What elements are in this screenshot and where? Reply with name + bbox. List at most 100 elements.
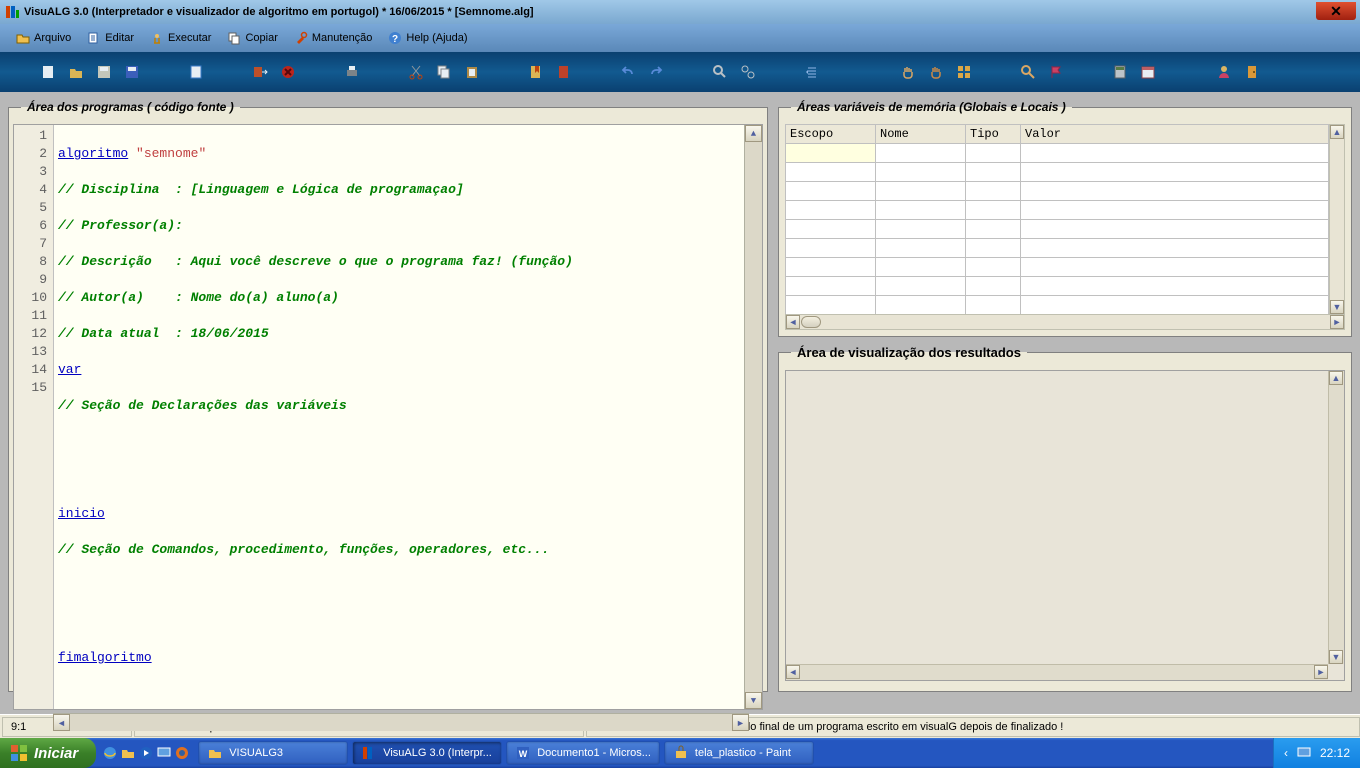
menu-editar[interactable]: Editar bbox=[79, 29, 142, 47]
window-close-button[interactable]: ✕ bbox=[1316, 2, 1356, 20]
desktop-icon[interactable] bbox=[156, 745, 172, 761]
col-escopo[interactable]: Escopo bbox=[786, 125, 876, 144]
windows-logo-icon bbox=[10, 744, 28, 762]
results-panel: Área de visualização dos resultados ▲ ▼ … bbox=[778, 345, 1352, 692]
menu-label: Executar bbox=[168, 32, 211, 44]
paste-button[interactable] bbox=[462, 62, 482, 82]
calc-button[interactable] bbox=[1110, 62, 1130, 82]
col-nome[interactable]: Nome bbox=[876, 125, 966, 144]
new-file-button[interactable] bbox=[38, 62, 58, 82]
workspace: Área dos programas ( código fonte ) 1234… bbox=[0, 92, 1360, 714]
copy-button[interactable] bbox=[434, 62, 454, 82]
menu-label: Copiar bbox=[245, 32, 277, 44]
user-button[interactable] bbox=[1214, 62, 1234, 82]
results-horizontal-scrollbar[interactable]: ◄ ► bbox=[786, 664, 1328, 680]
calendar-button[interactable] bbox=[1138, 62, 1158, 82]
table-row bbox=[786, 296, 1329, 315]
code-editor[interactable]: 123456789101112131415 algoritmo "semnome… bbox=[13, 124, 763, 710]
save-button[interactable] bbox=[94, 62, 114, 82]
undo-button[interactable] bbox=[618, 62, 638, 82]
stop-button[interactable] bbox=[278, 62, 298, 82]
exit-button[interactable] bbox=[250, 62, 270, 82]
indent-button[interactable] bbox=[802, 62, 822, 82]
window-titlebar: VisuALG 3.0 (Interpretador e visualizado… bbox=[0, 0, 1360, 24]
code-vertical-scrollbar[interactable]: ▲ ▼ bbox=[744, 125, 762, 709]
print-button[interactable] bbox=[342, 62, 362, 82]
table-row bbox=[786, 239, 1329, 258]
code-content[interactable]: algoritmo "semnome" // Disciplina : [Lin… bbox=[54, 125, 744, 709]
menu-help[interactable]: ? Help (Ajuda) bbox=[380, 29, 475, 47]
menu-manutencao[interactable]: Manutenção bbox=[286, 29, 381, 47]
door-button[interactable] bbox=[1242, 62, 1262, 82]
table-row bbox=[786, 258, 1329, 277]
table-row bbox=[786, 277, 1329, 296]
page-button[interactable] bbox=[186, 62, 206, 82]
table-row bbox=[786, 220, 1329, 239]
results-panel-legend: Área de visualização dos resultados bbox=[791, 345, 1027, 360]
table-row bbox=[786, 144, 1329, 163]
save-as-button[interactable] bbox=[122, 62, 142, 82]
grid-button[interactable] bbox=[954, 62, 974, 82]
svg-text:?: ? bbox=[392, 34, 398, 45]
menu-copiar[interactable]: Copiar bbox=[219, 29, 285, 47]
system-tray[interactable]: ‹ 22:12 bbox=[1273, 738, 1360, 768]
tray-chevron-icon[interactable]: ‹ bbox=[1284, 746, 1288, 760]
menu-executar[interactable]: Executar bbox=[142, 29, 219, 47]
variables-table[interactable]: Escopo Nome Tipo Valor bbox=[785, 124, 1329, 315]
col-tipo[interactable]: Tipo bbox=[966, 125, 1021, 144]
help-icon: ? bbox=[388, 31, 402, 45]
find-button[interactable] bbox=[710, 62, 730, 82]
delete-bookmark-button[interactable] bbox=[554, 62, 574, 82]
code-panel-legend: Área dos programas ( código fonte ) bbox=[21, 100, 240, 114]
media-icon[interactable] bbox=[138, 745, 154, 761]
code-panel: Área dos programas ( código fonte ) 1234… bbox=[8, 100, 768, 692]
replace-button[interactable] bbox=[738, 62, 758, 82]
hand2-button[interactable] bbox=[926, 62, 946, 82]
start-button[interactable]: Iniciar bbox=[0, 738, 96, 768]
menubar: Arquivo Editar Executar Copiar Manutençã… bbox=[0, 24, 1360, 52]
toolbar bbox=[0, 52, 1360, 92]
run-icon bbox=[150, 31, 164, 45]
variables-panel-legend: Áreas variáveis de memória (Globais e Lo… bbox=[791, 100, 1072, 114]
code-horizontal-scrollbar[interactable]: ◄► bbox=[53, 713, 749, 731]
tray-monitor-icon[interactable] bbox=[1296, 745, 1312, 761]
ie-icon[interactable] bbox=[102, 745, 118, 761]
taskbar-item-word[interactable]: W Documento1 - Micros... bbox=[506, 741, 660, 765]
wrench-icon bbox=[294, 31, 308, 45]
results-vertical-scrollbar[interactable]: ▲ ▼ bbox=[1328, 371, 1344, 664]
table-row bbox=[786, 201, 1329, 220]
start-label: Iniciar bbox=[34, 745, 78, 762]
zoom-button[interactable] bbox=[1018, 62, 1038, 82]
folder-open-icon bbox=[16, 31, 30, 45]
hand-button[interactable] bbox=[898, 62, 918, 82]
variables-vertical-scrollbar[interactable]: ▲ ▼ bbox=[1329, 124, 1345, 315]
menu-label: Help (Ajuda) bbox=[406, 32, 467, 44]
menu-label: Arquivo bbox=[34, 32, 71, 44]
open-file-button[interactable] bbox=[66, 62, 86, 82]
table-row bbox=[786, 163, 1329, 182]
edit-icon bbox=[87, 31, 101, 45]
cut-button[interactable] bbox=[406, 62, 426, 82]
flag-button[interactable] bbox=[1046, 62, 1066, 82]
svg-text:W: W bbox=[519, 749, 528, 759]
quick-launch bbox=[96, 745, 196, 761]
variables-panel: Áreas variáveis de memória (Globais e Lo… bbox=[778, 100, 1352, 337]
firefox-icon[interactable] bbox=[174, 745, 190, 761]
table-row bbox=[786, 182, 1329, 201]
menu-arquivo[interactable]: Arquivo bbox=[8, 29, 79, 47]
taskbar-item-paint[interactable]: tela_plastico - Paint bbox=[664, 741, 814, 765]
copy-icon bbox=[227, 31, 241, 45]
menu-label: Manutenção bbox=[312, 32, 373, 44]
taskbar-item-visualg3-folder[interactable]: VISUALG3 bbox=[198, 741, 348, 765]
col-valor[interactable]: Valor bbox=[1021, 125, 1329, 144]
windows-taskbar: Iniciar VISUALG3 VisuALG 3.0 (Interpr...… bbox=[0, 738, 1360, 768]
redo-button[interactable] bbox=[646, 62, 666, 82]
results-output[interactable]: ▲ ▼ ◄ ► bbox=[785, 370, 1345, 681]
tray-clock[interactable]: 22:12 bbox=[1320, 746, 1350, 760]
bookmark-button[interactable] bbox=[526, 62, 546, 82]
folder-icon[interactable] bbox=[120, 745, 136, 761]
taskbar-item-visualg-app[interactable]: VisuALG 3.0 (Interpr... bbox=[352, 741, 502, 765]
variables-horizontal-scrollbar[interactable]: ◄ ► bbox=[785, 314, 1345, 330]
line-gutter: 123456789101112131415 bbox=[14, 125, 54, 709]
app-icon bbox=[4, 4, 20, 20]
